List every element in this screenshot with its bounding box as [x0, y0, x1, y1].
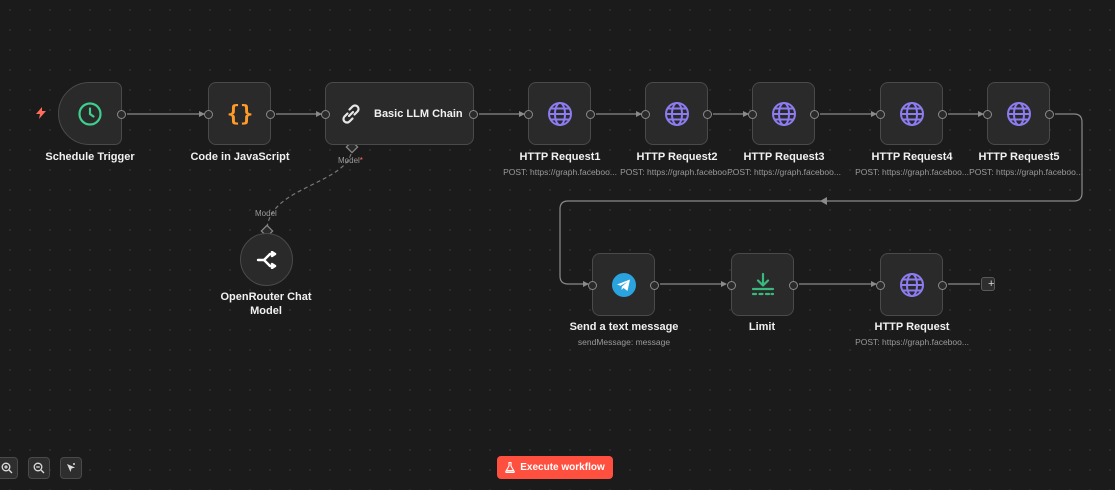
node-openrouter-chat-model[interactable] — [240, 233, 293, 286]
curly-braces-icon: {} — [226, 101, 254, 127]
openrouter-icon — [256, 250, 278, 269]
globe-icon — [899, 101, 925, 127]
node-schedule-trigger[interactable] — [58, 82, 126, 145]
output-handle[interactable] — [938, 281, 947, 290]
input-handle[interactable] — [524, 110, 533, 119]
add-node-button[interactable]: + — [981, 277, 995, 291]
input-handle[interactable] — [641, 110, 650, 119]
output-handle[interactable] — [1045, 110, 1054, 119]
edge-midpoint-arrow — [820, 197, 827, 205]
telegram-icon — [611, 272, 637, 298]
input-handle[interactable] — [876, 281, 885, 290]
cursor-sparkle-icon — [67, 463, 75, 472]
input-handle[interactable] — [727, 281, 736, 290]
output-handle[interactable] — [117, 110, 126, 119]
input-handle[interactable] — [588, 281, 597, 290]
output-handle[interactable] — [938, 110, 947, 119]
output-handle[interactable] — [789, 281, 798, 290]
node-title: HTTP Request1 — [519, 151, 601, 163]
required-mark: * — [359, 156, 363, 165]
node-title: HTTP Request2 — [636, 151, 718, 163]
zoom-out-icon — [33, 462, 45, 474]
node-title: HTTP Request — [874, 321, 950, 333]
input-handle[interactable] — [983, 110, 992, 119]
node-send-text-message[interactable] — [588, 253, 659, 316]
node-subtitle: POST: https://graph.faceboo... — [855, 337, 969, 347]
node-http-request2[interactable] — [641, 82, 712, 145]
node-title: Schedule Trigger — [45, 151, 135, 163]
zoom-in-icon — [1, 462, 13, 474]
globe-icon — [771, 101, 797, 127]
globe-icon — [547, 101, 573, 127]
output-handle[interactable] — [586, 110, 595, 119]
node-title: HTTP Request5 — [978, 151, 1060, 163]
link-icon — [338, 101, 364, 127]
svg-text:{}: {} — [226, 102, 253, 127]
output-handle[interactable] — [266, 110, 275, 119]
node-limit[interactable] — [727, 253, 798, 316]
trigger-bolt-icon — [36, 107, 46, 119]
model-port-label: Model* — [338, 156, 363, 165]
node-http-request5[interactable] — [983, 82, 1054, 145]
workflow-canvas[interactable]: Schedule Trigger {} Code in JavaScript B… — [0, 0, 1115, 490]
execute-workflow-label: Execute workflow — [520, 462, 605, 473]
connections-layer — [127, 111, 1083, 287]
limit-icon — [749, 272, 777, 298]
globe-icon — [664, 101, 690, 127]
node-title: HTTP Request4 — [871, 151, 953, 163]
globe-icon — [1006, 101, 1032, 127]
node-http-request[interactable] — [876, 253, 947, 316]
flask-icon — [505, 462, 516, 473]
node-basic-llm-chain[interactable]: Basic LLM Chain — [321, 82, 478, 145]
clock-icon — [77, 101, 103, 127]
node-http-request1[interactable] — [524, 82, 595, 145]
globe-icon — [899, 272, 925, 298]
input-handle[interactable] — [748, 110, 757, 119]
zoom-in-button[interactable] — [0, 457, 18, 479]
node-title: OpenRouter Chat Model — [220, 291, 312, 317]
zoom-out-button[interactable] — [28, 457, 50, 479]
output-handle[interactable] — [703, 110, 712, 119]
node-subtitle: POST: https://graph.faceboo... — [727, 167, 841, 177]
node-http-request3[interactable] — [748, 82, 819, 145]
output-handle[interactable] — [810, 110, 819, 119]
output-handle[interactable] — [469, 110, 478, 119]
input-handle[interactable] — [876, 110, 885, 119]
execute-workflow-button[interactable]: Execute workflow — [497, 456, 613, 479]
node-title: HTTP Request3 — [743, 151, 825, 163]
node-title: Code in JavaScript — [190, 151, 290, 163]
model-port-label: Model — [255, 209, 277, 218]
input-handle[interactable] — [321, 110, 330, 119]
output-handle[interactable] — [650, 281, 659, 290]
node-title: Send a text message — [569, 321, 679, 333]
input-handle[interactable] — [204, 110, 213, 119]
node-http-request4[interactable] — [876, 82, 947, 145]
tidy-up-button[interactable] — [60, 457, 82, 479]
node-subtitle: POST: https://graph.faceboo... — [855, 167, 969, 177]
node-subtitle: POST: https://graph.faceboo... — [969, 167, 1083, 177]
node-title: Basic LLM Chain — [374, 107, 463, 120]
node-title: Limit — [748, 321, 776, 333]
node-code-javascript[interactable]: {} — [204, 82, 275, 145]
node-subtitle: sendMessage: message — [577, 337, 671, 347]
